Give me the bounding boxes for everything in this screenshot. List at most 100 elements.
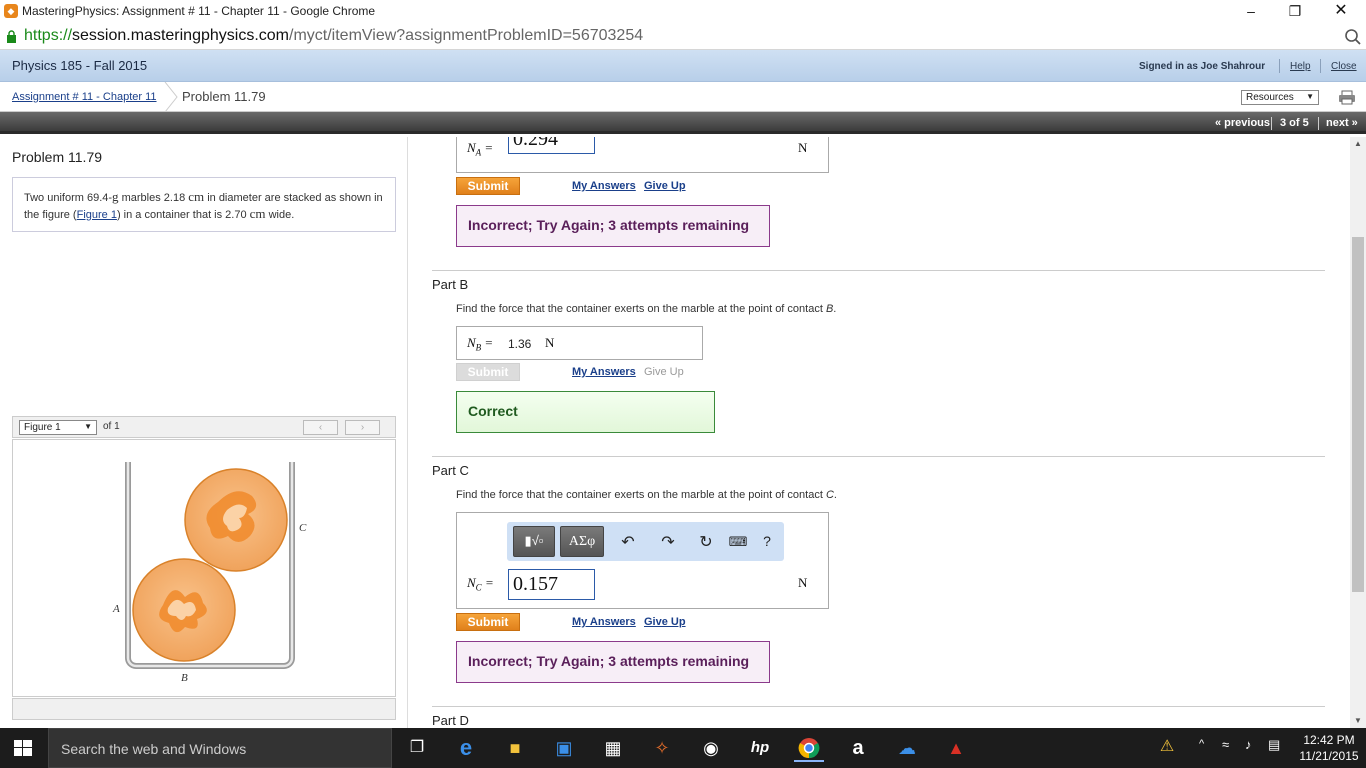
part-a-answer-box: NA = 0.294 N bbox=[456, 137, 829, 173]
divider bbox=[1320, 59, 1321, 73]
point-a-label: A bbox=[112, 603, 120, 615]
resources-select[interactable]: Resources ▼ bbox=[1241, 90, 1319, 105]
paint-app-icon[interactable]: ✧ bbox=[647, 734, 677, 762]
part-c-unit: N bbox=[798, 575, 808, 590]
part-c-my-answers-link[interactable]: My Answers bbox=[572, 616, 636, 628]
figure-next-button[interactable]: › bbox=[345, 420, 380, 435]
acrobat-icon[interactable]: ▲ bbox=[941, 734, 971, 762]
part-a-my-answers-link[interactable]: My Answers bbox=[572, 180, 636, 192]
app-icon-blue[interactable]: ▣ bbox=[549, 734, 579, 762]
part-b-answer-value: 1.36 bbox=[508, 337, 532, 351]
signed-in-label: Signed in as Joe Shahrour bbox=[1139, 61, 1266, 72]
media-app-icon[interactable]: ◉ bbox=[696, 734, 726, 762]
wifi-icon[interactable]: ≈ bbox=[1222, 737, 1229, 752]
url-text[interactable]: https://session.masteringphysics.com/myc… bbox=[24, 27, 643, 45]
course-name: Physics 185 - Fall 2015 bbox=[12, 58, 148, 73]
file-explorer-icon[interactable]: ■ bbox=[500, 734, 530, 762]
problem-description: Two uniform 69.4-g marbles 2.18 cm in di… bbox=[12, 177, 396, 232]
part-b-feedback: Correct bbox=[456, 391, 715, 433]
show-hidden-icons[interactable]: ^ bbox=[1199, 738, 1204, 750]
breadcrumb-assignment-link[interactable]: Assignment # 11 - Chapter 11 bbox=[12, 91, 157, 103]
part-a-feedback: Incorrect; Try Again; 3 attempts remaini… bbox=[456, 205, 770, 247]
task-view-icon[interactable]: ❐ bbox=[402, 734, 432, 762]
clock-date: 11/21/2015 bbox=[1299, 749, 1359, 763]
part-c-variable: NC = bbox=[467, 575, 494, 593]
part-c-answer-input[interactable]: 0.157 bbox=[508, 569, 595, 600]
store-icon[interactable]: ▦ bbox=[598, 734, 628, 762]
marbles-figure: A B C bbox=[112, 462, 307, 684]
figure-toolbar: Figure 1 ▼ of 1 ‹ › bbox=[12, 416, 396, 438]
course-bar: Physics 185 - Fall 2015 Signed in as Joe… bbox=[0, 50, 1366, 82]
taskbar-search-box[interactable]: Search the web and Windows bbox=[48, 728, 392, 768]
answer-pane: NA = 0.294 N Submit My Answers Give Up I… bbox=[409, 137, 1350, 728]
part-a-give-up-link[interactable]: Give Up bbox=[644, 180, 686, 192]
part-a-answer-input[interactable]: 0.294 bbox=[508, 137, 595, 154]
figure-panel: A B C bbox=[12, 439, 396, 697]
part-a-submit-button[interactable]: Submit bbox=[456, 177, 520, 195]
part-a-unit: N bbox=[798, 140, 808, 155]
figure-prev-button[interactable]: ‹ bbox=[303, 420, 338, 435]
divider bbox=[1318, 117, 1319, 130]
help-icon[interactable]: ? bbox=[756, 533, 778, 549]
part-c-header: Part C bbox=[432, 463, 469, 478]
figure-link[interactable]: Figure 1 bbox=[77, 209, 117, 221]
minimize-icon[interactable]: – bbox=[1228, 0, 1274, 24]
problem-title: Problem 11.79 bbox=[12, 149, 103, 165]
divider bbox=[432, 270, 1325, 271]
divider bbox=[432, 706, 1325, 707]
part-b-submit-button[interactable]: Submit bbox=[456, 363, 520, 381]
figure-footer bbox=[12, 698, 396, 720]
part-b-my-answers-link[interactable]: My Answers bbox=[572, 366, 636, 378]
divider bbox=[432, 456, 1325, 457]
part-c-give-up-link[interactable]: Give Up bbox=[644, 616, 686, 628]
next-link[interactable]: next » bbox=[1326, 117, 1358, 129]
restore-icon[interactable]: ❐ bbox=[1272, 0, 1318, 24]
address-bar[interactable]: https://session.masteringphysics.com/myc… bbox=[0, 24, 1366, 50]
amazon-icon[interactable]: a bbox=[843, 734, 873, 762]
part-d-header: Part D bbox=[432, 713, 469, 728]
taskbar: Search the web and Windows ❐ e ■ ▣ ▦ ✧ ◉… bbox=[0, 728, 1366, 768]
window-title-bar: ◆ MasteringPhysics: Assignment # 11 - Ch… bbox=[0, 0, 1366, 24]
part-b-question: Find the force that the container exerts… bbox=[456, 303, 837, 315]
part-c-question: Find the force that the container exerts… bbox=[456, 489, 837, 501]
weather-icon[interactable]: ☁ bbox=[892, 734, 922, 762]
divider bbox=[1279, 59, 1280, 73]
breadcrumb-chevron-icon bbox=[164, 82, 178, 112]
undo-icon[interactable]: ↶ bbox=[617, 532, 639, 552]
keyboard-icon[interactable]: ⌨ bbox=[727, 534, 749, 550]
part-a-variable: NA = bbox=[467, 140, 494, 158]
vertical-scrollbar[interactable]: ▲ ▼ bbox=[1350, 137, 1366, 728]
problem-position: 3 of 5 bbox=[1280, 117, 1309, 129]
part-c-submit-button[interactable]: Submit bbox=[456, 613, 520, 631]
app-icon: ◆ bbox=[4, 4, 18, 18]
scrollbar-thumb[interactable] bbox=[1352, 237, 1364, 592]
hp-icon[interactable]: hp bbox=[745, 734, 775, 762]
action-center-icon[interactable]: ▤ bbox=[1268, 737, 1280, 753]
redo-icon[interactable]: ↷ bbox=[657, 532, 679, 552]
windows-start-icon[interactable] bbox=[14, 740, 32, 756]
window-title: MasteringPhysics: Assignment # 11 - Chap… bbox=[22, 4, 376, 18]
breadcrumb-current: Problem 11.79 bbox=[182, 89, 266, 104]
lock-icon bbox=[7, 30, 16, 43]
part-c-answer-box: ▮√▫ ΑΣφ ↶ ↷ ↻ ⌨ ? NC = 0.157 N bbox=[456, 512, 829, 609]
help-link[interactable]: Help bbox=[1290, 61, 1311, 72]
close-link[interactable]: Close bbox=[1331, 61, 1357, 72]
edge-icon[interactable]: e bbox=[451, 734, 481, 762]
scroll-up-icon[interactable]: ▲ bbox=[1350, 137, 1366, 151]
lower-marble bbox=[132, 558, 236, 662]
divider bbox=[1271, 117, 1272, 130]
search-icon[interactable] bbox=[1344, 28, 1362, 46]
reset-icon[interactable]: ↻ bbox=[695, 532, 717, 552]
figure-select[interactable]: Figure 1 ▼ bbox=[19, 420, 97, 435]
notification-warning-icon[interactable]: ⚠ bbox=[1155, 736, 1179, 760]
scroll-down-icon[interactable]: ▼ bbox=[1350, 714, 1366, 728]
part-b-header: Part B bbox=[432, 277, 469, 292]
taskbar-clock[interactable]: 12:42 PM 11/21/2015 bbox=[1296, 732, 1362, 764]
close-window-icon[interactable]: ✕ bbox=[1318, 0, 1364, 24]
greek-symbols-button[interactable]: ΑΣφ bbox=[560, 526, 604, 557]
previous-link[interactable]: « previous bbox=[1215, 117, 1270, 129]
print-icon[interactable] bbox=[1338, 90, 1356, 105]
templates-button[interactable]: ▮√▫ bbox=[513, 526, 555, 557]
chrome-icon[interactable] bbox=[794, 734, 824, 762]
volume-icon[interactable]: ♪ bbox=[1245, 737, 1252, 752]
